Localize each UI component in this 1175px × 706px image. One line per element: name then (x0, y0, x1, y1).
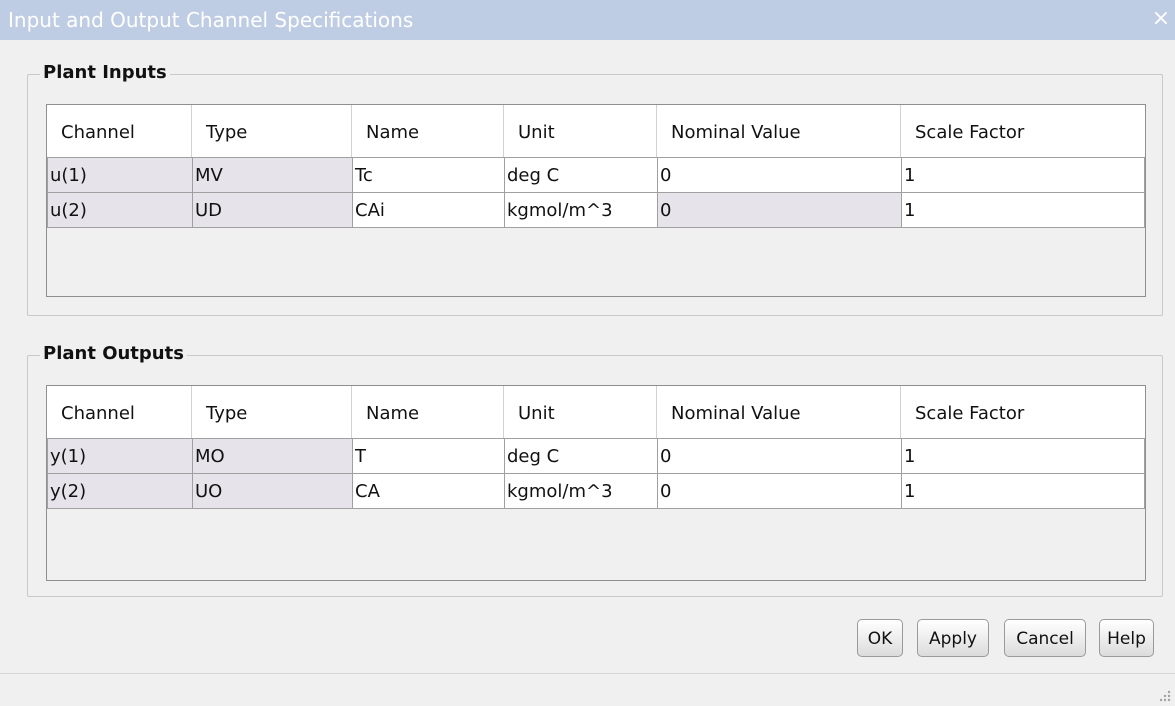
type-cell[interactable]: UD (192, 192, 353, 228)
cancel-button[interactable]: Cancel (1004, 619, 1086, 657)
type-cell[interactable]: UO (192, 473, 353, 509)
column-header-type[interactable]: Type (192, 105, 352, 157)
column-header-channel[interactable]: Channel (47, 105, 192, 157)
scale-factor-cell[interactable]: 1 (901, 192, 1145, 228)
help-button[interactable]: Help (1099, 619, 1154, 657)
plant-outputs-table: Channel Type Name Unit Nominal Value Sca… (46, 385, 1146, 581)
unit-cell[interactable]: deg C (504, 438, 658, 474)
channel-cell: y(1) (47, 438, 193, 474)
column-header-unit[interactable]: Unit (504, 386, 657, 438)
unit-cell[interactable]: kgmol/m^3 (504, 473, 658, 509)
plant-inputs-table: Channel Type Name Unit Nominal Value Sca… (46, 104, 1146, 297)
unit-cell[interactable]: kgmol/m^3 (504, 192, 658, 228)
name-cell[interactable]: CAi (352, 192, 505, 228)
scale-factor-cell[interactable]: 1 (901, 438, 1145, 474)
scale-factor-cell[interactable]: 1 (901, 473, 1145, 509)
ok-button[interactable]: OK (857, 619, 903, 657)
channel-cell: y(2) (47, 473, 193, 509)
table-row: y(2) UO CA kgmol/m^3 0 1 (47, 473, 1145, 509)
name-cell[interactable]: Tc (352, 157, 505, 193)
column-header-nominal-value[interactable]: Nominal Value (657, 105, 901, 157)
scale-factor-cell[interactable]: 1 (901, 157, 1145, 193)
nominal-value-cell[interactable]: 0 (657, 438, 902, 474)
resize-grip-icon[interactable] (1157, 688, 1171, 702)
table-header: Channel Type Name Unit Nominal Value Sca… (47, 105, 1145, 157)
table-row: u(1) MV Tc deg C 0 1 (47, 157, 1145, 193)
status-bar (0, 673, 1175, 706)
column-header-type[interactable]: Type (192, 386, 352, 438)
plant-inputs-title: Plant Inputs (40, 62, 170, 83)
plant-outputs-title: Plant Outputs (40, 343, 187, 364)
column-header-scale-factor[interactable]: Scale Factor (901, 105, 1145, 157)
nominal-value-cell[interactable]: 0 (657, 473, 902, 509)
type-cell[interactable]: MO (192, 438, 353, 474)
plant-inputs-group: Plant Inputs Channel Type Name Unit Nomi… (27, 62, 1163, 316)
column-header-name[interactable]: Name (352, 386, 504, 438)
column-header-nominal-value[interactable]: Nominal Value (657, 386, 901, 438)
close-icon[interactable]: × (1147, 2, 1175, 36)
title-bar: Input and Output Channel Specifications … (0, 0, 1175, 40)
nominal-value-cell: 0 (657, 192, 902, 228)
table-header: Channel Type Name Unit Nominal Value Sca… (47, 386, 1145, 438)
window-title: Input and Output Channel Specifications (8, 8, 414, 32)
channel-cell: u(1) (47, 157, 193, 193)
channel-cell: u(2) (47, 192, 193, 228)
table-row: y(1) MO T deg C 0 1 (47, 438, 1145, 474)
table-row: u(2) UD CAi kgmol/m^3 0 1 (47, 192, 1145, 228)
column-header-scale-factor[interactable]: Scale Factor (901, 386, 1145, 438)
column-header-channel[interactable]: Channel (47, 386, 192, 438)
column-header-name[interactable]: Name (352, 105, 504, 157)
column-header-unit[interactable]: Unit (504, 105, 657, 157)
name-cell[interactable]: T (352, 438, 505, 474)
type-cell[interactable]: MV (192, 157, 353, 193)
plant-outputs-group: Plant Outputs Channel Type Name Unit Nom… (27, 343, 1163, 597)
name-cell[interactable]: CA (352, 473, 505, 509)
apply-button[interactable]: Apply (917, 619, 989, 657)
unit-cell[interactable]: deg C (504, 157, 658, 193)
nominal-value-cell[interactable]: 0 (657, 157, 902, 193)
